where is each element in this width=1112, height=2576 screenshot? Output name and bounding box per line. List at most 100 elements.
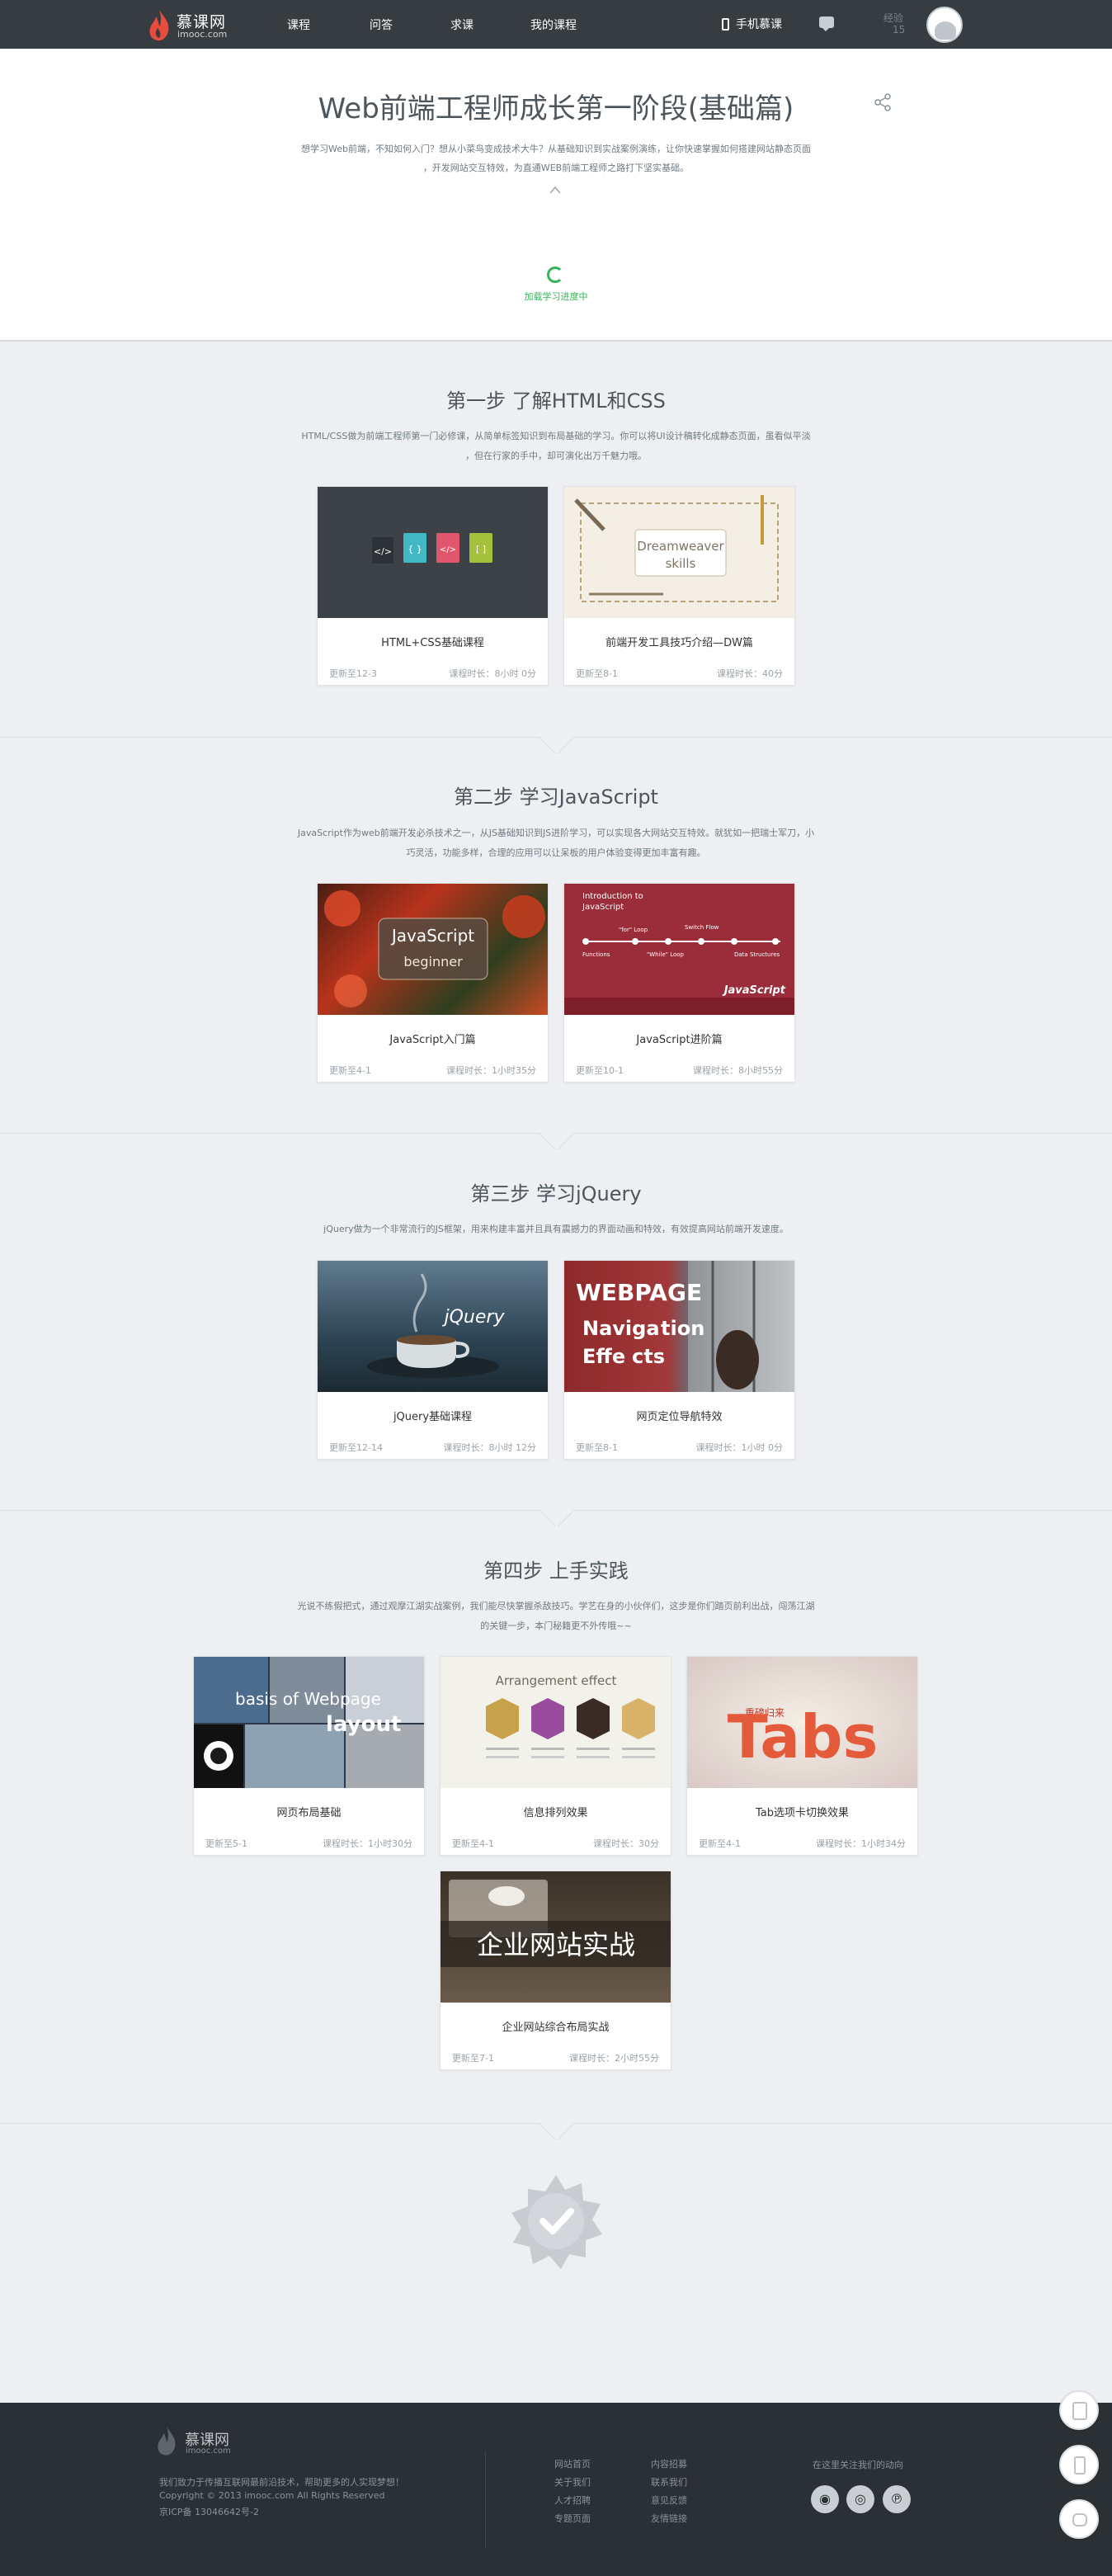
step-4-desc: 光说不练假把式，通过观摩江湖实战案例，我们能尽快掌握杀敌技巧。学艺在身的小伙伴们…: [269, 1597, 843, 1636]
dw-thumb-title: Dreamweaver: [637, 539, 724, 554]
course-card-js-intro[interactable]: JavaScript beginner JavaScript入门篇 更新至4-1…: [317, 883, 549, 1083]
course-thumbnail: Introduction to JavaScript "for" Loop Sw…: [564, 884, 794, 1015]
js-advanced-illustration: Introduction to JavaScript "for" Loop Sw…: [564, 892, 794, 1015]
document-icon: [1072, 2402, 1087, 2420]
course-updated: 更新至8-1: [576, 1442, 618, 1453]
footer-copyright: Copyright © 2013 imooc.com All Rights Re…: [159, 2490, 385, 2501]
js-adv-thumb-brand: JavaScript: [722, 984, 786, 997]
enterprise-site-illustration: 企业网站实战: [441, 1880, 671, 1967]
course-title: JavaScript入门篇: [389, 1034, 476, 1046]
js-adv-thumb-label: Switch Flow: [685, 924, 719, 931]
site-logo[interactable]: 慕课网 imooc.com: [148, 7, 239, 43]
nav-courses[interactable]: 课程: [287, 17, 310, 33]
course-card-tabs[interactable]: 重磅归来 Tabs Tab选项卡切换效果 更新至4-1 课程时长：1小时34分: [686, 1656, 918, 1856]
nav-thumb-text: tion: [661, 1317, 704, 1340]
nav-qa[interactable]: 问答: [370, 17, 393, 33]
svg-text:{ }: { }: [408, 544, 422, 554]
step-3-title: 第三步 学习jQuery: [470, 1182, 642, 1205]
layout-thumb-subtitle: layout: [326, 1712, 401, 1737]
footer-logo[interactable]: 慕课网 imooc.com: [157, 2423, 247, 2460]
side-feedback-button[interactable]: [1059, 2390, 1099, 2430]
nav-thumb-text: Naviga: [582, 1317, 660, 1340]
nav-my-courses[interactable]: 我的课程: [530, 17, 577, 33]
weibo-icon[interactable]: ◎: [846, 2485, 874, 2513]
share-icon[interactable]: [873, 92, 893, 112]
side-mobile-button[interactable]: [1059, 2445, 1099, 2484]
course-title: Tab选项卡切换效果: [755, 1807, 849, 1819]
course-card-nav-effects[interactable]: WEBPAGE Naviga tion Effe cts 网页定位导航特效 更新…: [563, 1260, 795, 1460]
course-card-enterprise[interactable]: 企业网站实战 企业网站综合布局实战 更新至7-1 课程时长：2小时55分: [440, 1871, 671, 2070]
course-card-html-css[interactable]: </> { } </> [ ] HTML+CSS基础课程 更新至12-3 课程时…: [317, 486, 549, 686]
step-2-title: 第二步 学习JavaScript: [454, 786, 658, 809]
footer-link-home[interactable]: 网站首页: [554, 2457, 591, 2470]
footer-link-friends[interactable]: 友情链接: [651, 2512, 687, 2525]
path-hero: Web前端工程师成长第一阶段(基础篇) 想学习Web前端，不知如何入门？想从小菜…: [0, 49, 1112, 342]
message-icon[interactable]: [819, 17, 834, 31]
footer-logo-domain: imooc.com: [186, 2446, 231, 2456]
footer-link-about[interactable]: 关于我们: [554, 2475, 591, 2489]
course-updated: 更新至10-1: [576, 1065, 624, 1076]
course-card-js-advanced[interactable]: Introduction to JavaScript "for" Loop Sw…: [563, 883, 795, 1083]
footer-link-contact[interactable]: 联系我们: [651, 2475, 687, 2489]
footer-link-feedback[interactable]: 意见反馈: [651, 2493, 687, 2507]
course-card-arrangement[interactable]: Arrangement effect 信息排列效果 更新至4-1 课程时长：30…: [440, 1656, 671, 1856]
step-desc-line: jQuery做为一个非常流行的JS框架，用来构建丰富并且具有震撼力的界面动画和特…: [323, 1224, 789, 1234]
top-nav-bar: 慕课网 imooc.com 课程 问答 求课 我的课程 手机慕课 经验 15: [0, 0, 1112, 49]
arrangement-illustration: Arrangement effect: [486, 1673, 655, 1758]
loading-progress-text: 加载学习进度中: [524, 291, 588, 302]
footer-link-recruit[interactable]: 内容招募: [651, 2457, 687, 2470]
qq-icon[interactable]: ◉: [811, 2485, 839, 2513]
course-duration: 课程时长：1小时35分: [446, 1065, 536, 1076]
course-thumbnail: JavaScript beginner: [318, 884, 548, 1015]
path-description: 想学习Web前端，不知如何入门？想从小菜鸟变成技术大牛？从基础知识到实战案例演练…: [276, 139, 836, 177]
weixin-icon[interactable]: ℗: [883, 2485, 911, 2513]
footer-slogan: 我们致力于传播互联网最前沿技术，帮助更多的人实现梦想！: [159, 2477, 404, 2488]
footer-follow-text: 在这里关注我们的动向: [813, 2460, 903, 2470]
mobile-app-link[interactable]: 手机慕课: [722, 16, 782, 32]
tabs-illustration: 重磅归来 Tabs: [728, 1702, 879, 1772]
step-1-desc: HTML/CSS做为前端工程师第一门必修课，从简单标签知识到布局基础的学习。你可…: [276, 427, 836, 466]
course-thumbnail: WEBPAGE Naviga tion Effe cts: [564, 1261, 794, 1392]
course-duration: 课程时长：8小时55分: [693, 1065, 783, 1076]
footer-link-jobs[interactable]: 人才招聘: [554, 2493, 591, 2507]
user-avatar[interactable]: [926, 7, 963, 43]
course-thumbnail: jQuery: [318, 1261, 548, 1392]
layout-thumb-title: basis of Webpage: [235, 1689, 381, 1709]
course-updated: 更新至12-14: [329, 1442, 383, 1453]
step-1-title: 第一步 了解HTML和CSS: [446, 389, 666, 413]
section-divider-notch: [540, 1510, 572, 1526]
dw-thumb-subtitle: skills: [666, 556, 696, 571]
course-thumbnail: basis of Webpage layout: [194, 1657, 424, 1788]
js-adv-thumb-label: "While" Loop: [647, 951, 685, 958]
course-updated: 更新至8-1: [576, 668, 618, 679]
course-card-jquery[interactable]: jQuery jQuery基础课程 更新至12-14 课程时长：8小时 12分: [317, 1260, 549, 1460]
course-card-layout-basics[interactable]: basis of Webpage layout 网页布局基础 更新至5-1 课程…: [193, 1656, 425, 1856]
nav-thumb-text: WEBPAGE: [576, 1279, 702, 1306]
side-chat-button[interactable]: [1059, 2499, 1099, 2539]
course-updated: 更新至4-1: [329, 1065, 371, 1076]
course-duration: 课程时长：40分: [717, 668, 783, 679]
nav-request-course[interactable]: 求课: [450, 17, 474, 33]
section-divider-notch: [540, 737, 572, 753]
jquery-thumb-text: jQuery: [442, 1307, 506, 1328]
course-thumbnail: </> { } </> [ ]: [318, 487, 548, 618]
svg-text:</>: </>: [374, 546, 392, 557]
collapse-caret-icon[interactable]: [549, 186, 561, 194]
js-adv-thumb-subject: JavaScript: [582, 903, 624, 912]
course-updated: 更新至4-1: [699, 1838, 741, 1849]
footer-divider: [485, 2451, 486, 2548]
enterprise-thumb-title: 企业网站实战: [477, 1929, 635, 1960]
js-intro-thumb-title: JavaScript: [390, 926, 474, 946]
step-desc-line: 的关键一步，本门秘籍更不外传哦~~: [480, 1621, 632, 1631]
chat-bubble-icon: [1072, 2513, 1087, 2526]
course-title: HTML+CSS基础课程: [381, 637, 484, 649]
svg-text:</>: </>: [440, 545, 456, 554]
webpage-layout-illustration: basis of Webpage layout: [194, 1657, 424, 1788]
course-duration: 课程时长：1小时 0分: [695, 1442, 784, 1453]
nav-thumb-text: Effe: [582, 1345, 625, 1368]
arrange-thumb-title: Arrangement effect: [496, 1673, 617, 1688]
course-duration: 课程时长：1小时30分: [323, 1838, 412, 1849]
section-divider-notch: [540, 1133, 572, 1149]
footer-link-topics[interactable]: 专题页面: [554, 2512, 591, 2525]
course-card-dreamweaver[interactable]: Dreamweaver skills 前端开发工具技巧介绍—DW篇 更新至8-1…: [563, 486, 795, 686]
